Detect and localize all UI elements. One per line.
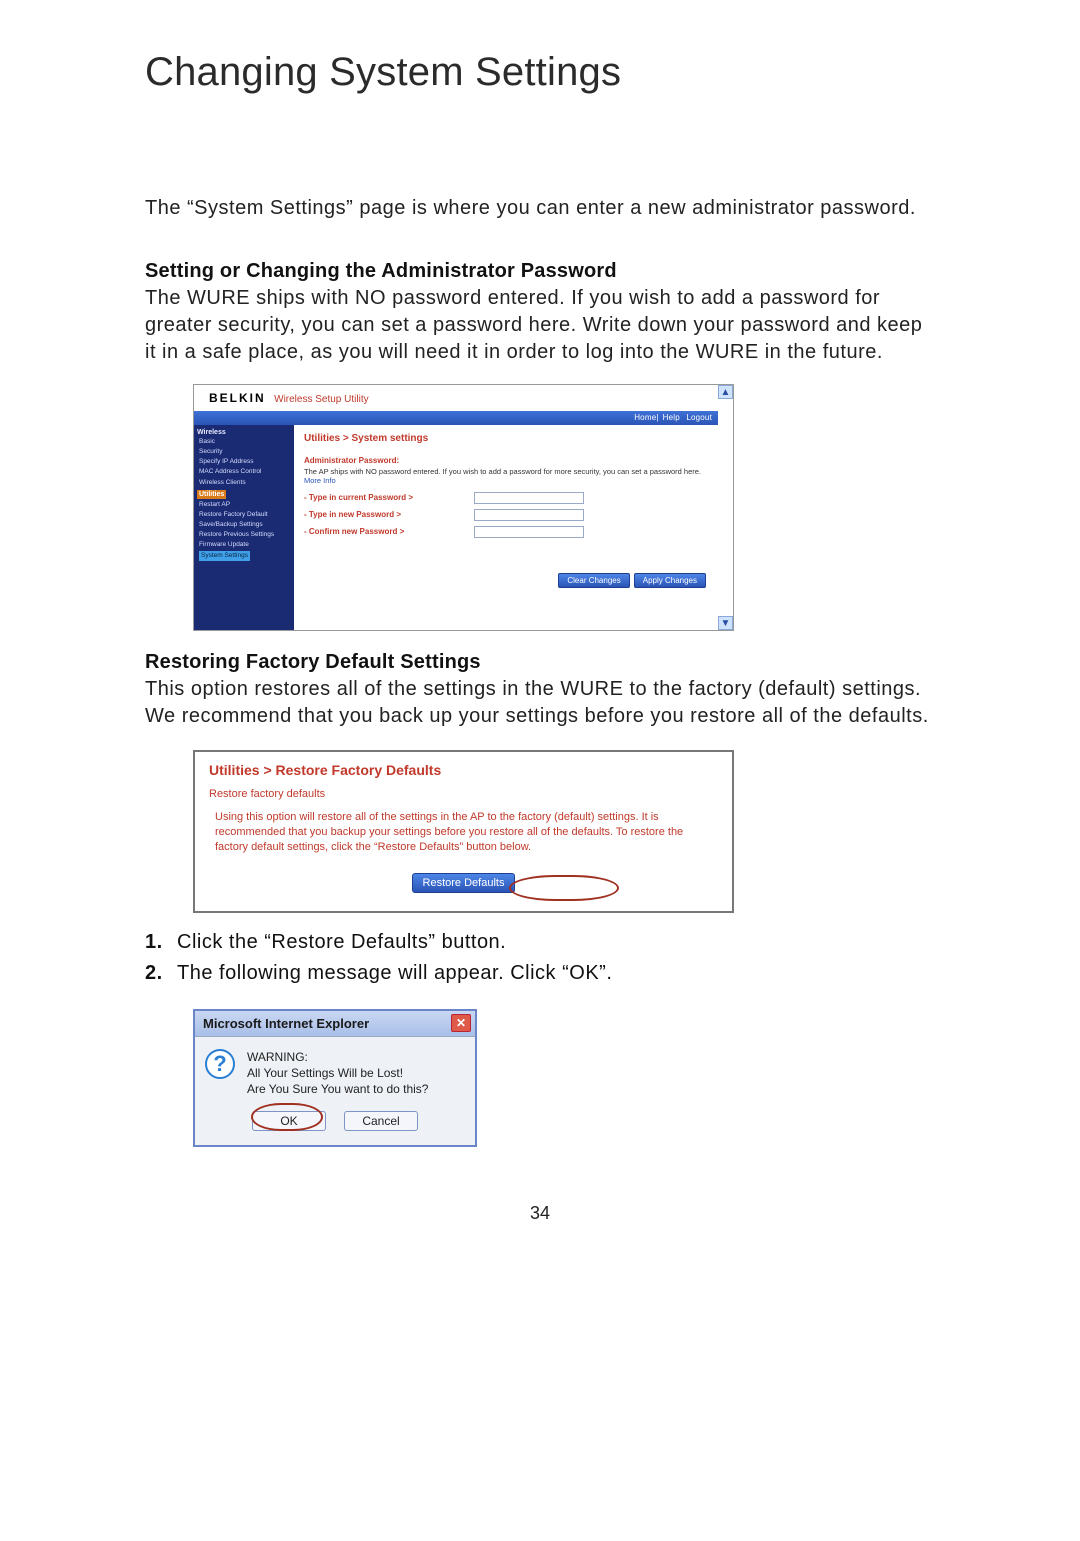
scrollbar-up-icon[interactable]: ▲: [718, 385, 733, 399]
intro-paragraph: The “System Settings” page is where you …: [145, 195, 935, 222]
list-item: 1. Click the “Restore Defaults” button.: [145, 931, 935, 954]
more-info-link[interactable]: More Info: [304, 476, 336, 485]
label-current-password: - Type in current Password >: [304, 493, 474, 502]
confirm-password-input[interactable]: [474, 526, 584, 538]
sidebar-item-firmware-update[interactable]: Firmware Update: [197, 540, 291, 550]
question-icon: ?: [205, 1049, 235, 1079]
sidebar-item-mac-control[interactable]: MAC Address Control: [197, 467, 291, 477]
dialog-title: Microsoft Internet Explorer: [203, 1016, 369, 1031]
section-admin-password-body: The WURE ships with NO password entered.…: [145, 285, 935, 366]
breadcrumb-restore: Utilities > Restore Factory Defaults: [209, 762, 718, 778]
scrollbar-down-icon[interactable]: ▼: [718, 616, 733, 630]
page-number: 34: [145, 1203, 935, 1224]
dialog-message: WARNING: All Your Settings Will be Lost!…: [247, 1049, 428, 1098]
sidebar-group-wireless: Wireless: [197, 429, 291, 436]
step-text: Click the “Restore Defaults” button.: [177, 931, 506, 954]
current-password-input[interactable]: [474, 492, 584, 504]
label-new-password: - Type in new Password >: [304, 510, 474, 519]
screenshot-restore-defaults: Utilities > Restore Factory Defaults Res…: [193, 750, 935, 913]
label-confirm-password: - Confirm new Password >: [304, 527, 474, 536]
clear-changes-button[interactable]: Clear Changes: [558, 573, 629, 588]
step-number: 1.: [145, 931, 177, 954]
section-restore-heading: Restoring Factory Default Settings: [145, 651, 935, 674]
cancel-button[interactable]: Cancel: [344, 1111, 418, 1131]
sidebar-item-specify-ip[interactable]: Specify IP Address: [197, 457, 291, 467]
top-nav-bar: Home|Help Logout: [194, 411, 718, 425]
ok-button[interactable]: OK: [252, 1111, 326, 1131]
new-password-input[interactable]: [474, 509, 584, 521]
sidebar-item-save-backup[interactable]: Save/Backup Settings: [197, 520, 291, 530]
breadcrumb: Utilities > System settings: [304, 433, 708, 444]
close-icon[interactable]: ✕: [451, 1014, 471, 1032]
list-item: 2. The following message will appear. Cl…: [145, 962, 935, 985]
sidebar-item-wireless-clients[interactable]: Wireless Clients: [197, 478, 291, 488]
nav-help[interactable]: Help: [663, 413, 680, 422]
sidebar-item-system-settings[interactable]: System Settings: [199, 551, 250, 561]
apply-changes-button[interactable]: Apply Changes: [634, 573, 706, 588]
brand-logo: BELKIN: [209, 391, 266, 405]
sidebar-item-restore-default[interactable]: Restore Factory Default: [197, 510, 291, 520]
screenshot-system-settings: ▲ ▼ BELKIN Wireless Setup Utility Home|H…: [193, 384, 935, 631]
section-admin-password-heading: Setting or Changing the Administrator Pa…: [145, 260, 935, 283]
restore-defaults-button[interactable]: Restore Defaults: [412, 873, 516, 893]
sidebar-item-security[interactable]: Security: [197, 447, 291, 457]
section-restore-body: This option restores all of the settings…: [145, 676, 935, 730]
screenshot-ie-dialog: Microsoft Internet Explorer ✕ ? WARNING:…: [193, 1009, 477, 1148]
nav-home[interactable]: Home: [634, 413, 656, 422]
steps-list: 1. Click the “Restore Defaults” button. …: [145, 931, 935, 985]
label-admin-password: Administrator Password:: [304, 456, 708, 465]
sidebar-nav: Wireless Basic Security Specify IP Addre…: [194, 425, 294, 630]
sidebar-item-basic[interactable]: Basic: [197, 437, 291, 447]
nav-logout[interactable]: Logout: [686, 413, 712, 422]
sidebar-item-restart-ap[interactable]: Restart AP: [197, 500, 291, 510]
restore-subheading: Restore factory defaults: [209, 788, 718, 800]
sidebar-group-utilities: Utilities: [197, 490, 226, 499]
step-number: 2.: [145, 962, 177, 985]
step-text: The following message will appear. Click…: [177, 962, 612, 985]
brand-subtitle: Wireless Setup Utility: [274, 394, 368, 405]
admin-password-description: The AP ships with NO password entered. I…: [304, 467, 708, 486]
page-title: Changing System Settings: [145, 50, 935, 95]
sidebar-item-restore-previous[interactable]: Restore Previous Settings: [197, 530, 291, 540]
restore-description: Using this option will restore all of th…: [209, 810, 718, 855]
